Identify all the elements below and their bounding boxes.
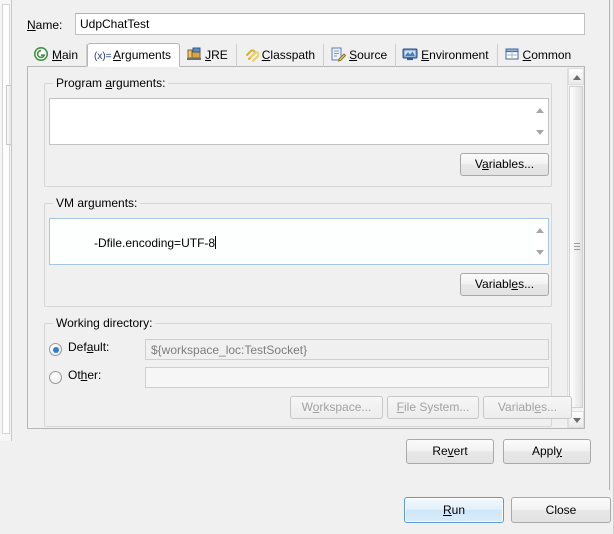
variable-xequals-icon: (x)= [94,47,112,63]
tab-source[interactable]: Source [324,44,397,67]
common-window-icon [504,46,520,62]
workspace-button[interactable]: Workspace... [290,396,383,419]
workdir-variables-label: Variables... [497,400,558,414]
vm-variables-label: Variables... [474,277,535,291]
tab-classpath[interactable]: Classpath [237,44,325,67]
left-panel-scroll-thumb[interactable] [6,85,12,145]
apply-button-label: Apply [531,444,563,458]
other-radio-button[interactable] [49,371,62,384]
vm-arguments-value: -Dfile.encoding=UTF-8 [94,236,216,250]
source-pencil-icon [330,46,347,62]
tab-arguments[interactable]: (x)= Arguments [87,43,181,67]
vm-args-scroll-up-icon[interactable] [536,228,544,233]
scroll-up-arrow-icon[interactable] [568,68,584,85]
working-directory-label: Working directory: [53,316,156,330]
page-vertical-scrollbar[interactable] [567,68,584,428]
svg-text:(x)=: (x)= [94,51,112,62]
run-configurations-dialog: Name: Main [0,0,614,534]
default-radio-label: Default: [68,340,110,354]
other-directory-row[interactable]: Other: [49,367,549,388]
program-arguments-scrollbar[interactable] [533,100,547,143]
vm-arguments-group: VM arguments: -Dfile.encoding=UTF-8 Vari… [44,196,552,307]
classpath-paperclip-icon [243,46,260,62]
tab-environment-label: Environment [421,48,489,62]
name-row: Name: [27,13,585,39]
tab-common[interactable]: Common [498,44,580,67]
vm-arguments-label: VM arguments: [53,196,141,210]
tab-source-label: Source [349,48,388,62]
working-directory-group: Working directory: Default: ${workspace_… [44,316,572,427]
revert-button[interactable]: Revert [406,439,494,464]
other-radio-label: Other: [68,368,102,382]
program-arguments-label: Program arguments: [53,76,169,90]
program-args-scroll-up-icon[interactable] [536,108,544,113]
program-variables-label: Variables... [474,157,535,171]
default-directory-value: ${workspace_loc:TestSocket} [151,343,308,357]
vm-arguments-variables-button[interactable]: Variables... [460,273,549,296]
run-button-label: Run [442,502,466,517]
tab-folder: Main (x)= Arguments JRE Classpath Source… [27,43,585,429]
configuration-name-input[interactable] [75,13,585,35]
tab-strip: Main (x)= Arguments JRE Classpath Source… [27,43,585,67]
vm-arguments-input[interactable]: -Dfile.encoding=UTF-8 [49,218,549,265]
tab-main-label: Main [52,48,79,62]
file-system-button[interactable]: File System... [387,396,479,419]
file-system-button-label: File System... [396,400,470,414]
page-scroll-thumb[interactable] [569,86,583,408]
default-directory-row[interactable]: Default: ${workspace_loc:TestSocket} [49,339,549,360]
arguments-tab-page: Program arguments: Variables... VM argum… [27,67,585,429]
green-circle-g-icon [33,46,49,62]
program-arguments-group: Program arguments: Variables... [44,76,552,187]
name-label: Name: [27,18,63,32]
tab-classpath-label: Classpath [261,48,316,62]
text-caret [215,236,217,249]
vm-arguments-scrollbar[interactable] [533,220,547,263]
left-panel-scroll-track[interactable] [2,4,12,434]
apply-button[interactable]: Apply [503,439,591,464]
tab-jre-label: JRE [205,48,228,62]
left-panel-edge [0,0,12,441]
working-directory-variables-button[interactable]: Variables... [483,396,572,419]
vm-args-scroll-down-icon[interactable] [536,250,544,255]
close-button[interactable]: Close [511,497,611,523]
close-button-label: Close [545,502,577,517]
tab-main[interactable]: Main [27,44,88,67]
revert-button-label: Revert [432,444,468,458]
environment-monitor-icon [402,46,418,62]
scroll-thumb-grip-icon [574,243,580,251]
program-arguments-variables-button[interactable]: Variables... [460,153,549,176]
tab-environment[interactable]: Environment [396,44,498,67]
right-window-edge [604,0,614,534]
default-directory-field: ${workspace_loc:TestSocket} [145,339,549,360]
run-button[interactable]: Run [404,497,504,523]
tab-arguments-label: Arguments [113,48,172,62]
tab-common-label: Common [522,48,572,62]
default-radio-button[interactable] [49,343,62,356]
right-edge-accent [609,0,610,490]
jre-library-icon [186,46,202,62]
program-args-scroll-down-icon[interactable] [536,130,544,135]
workspace-button-label: Workspace... [301,400,372,414]
program-arguments-input[interactable] [49,98,549,145]
tab-jre[interactable]: JRE [180,44,237,67]
dialog-body: Name: Main [13,0,611,534]
other-directory-field[interactable] [145,367,549,388]
